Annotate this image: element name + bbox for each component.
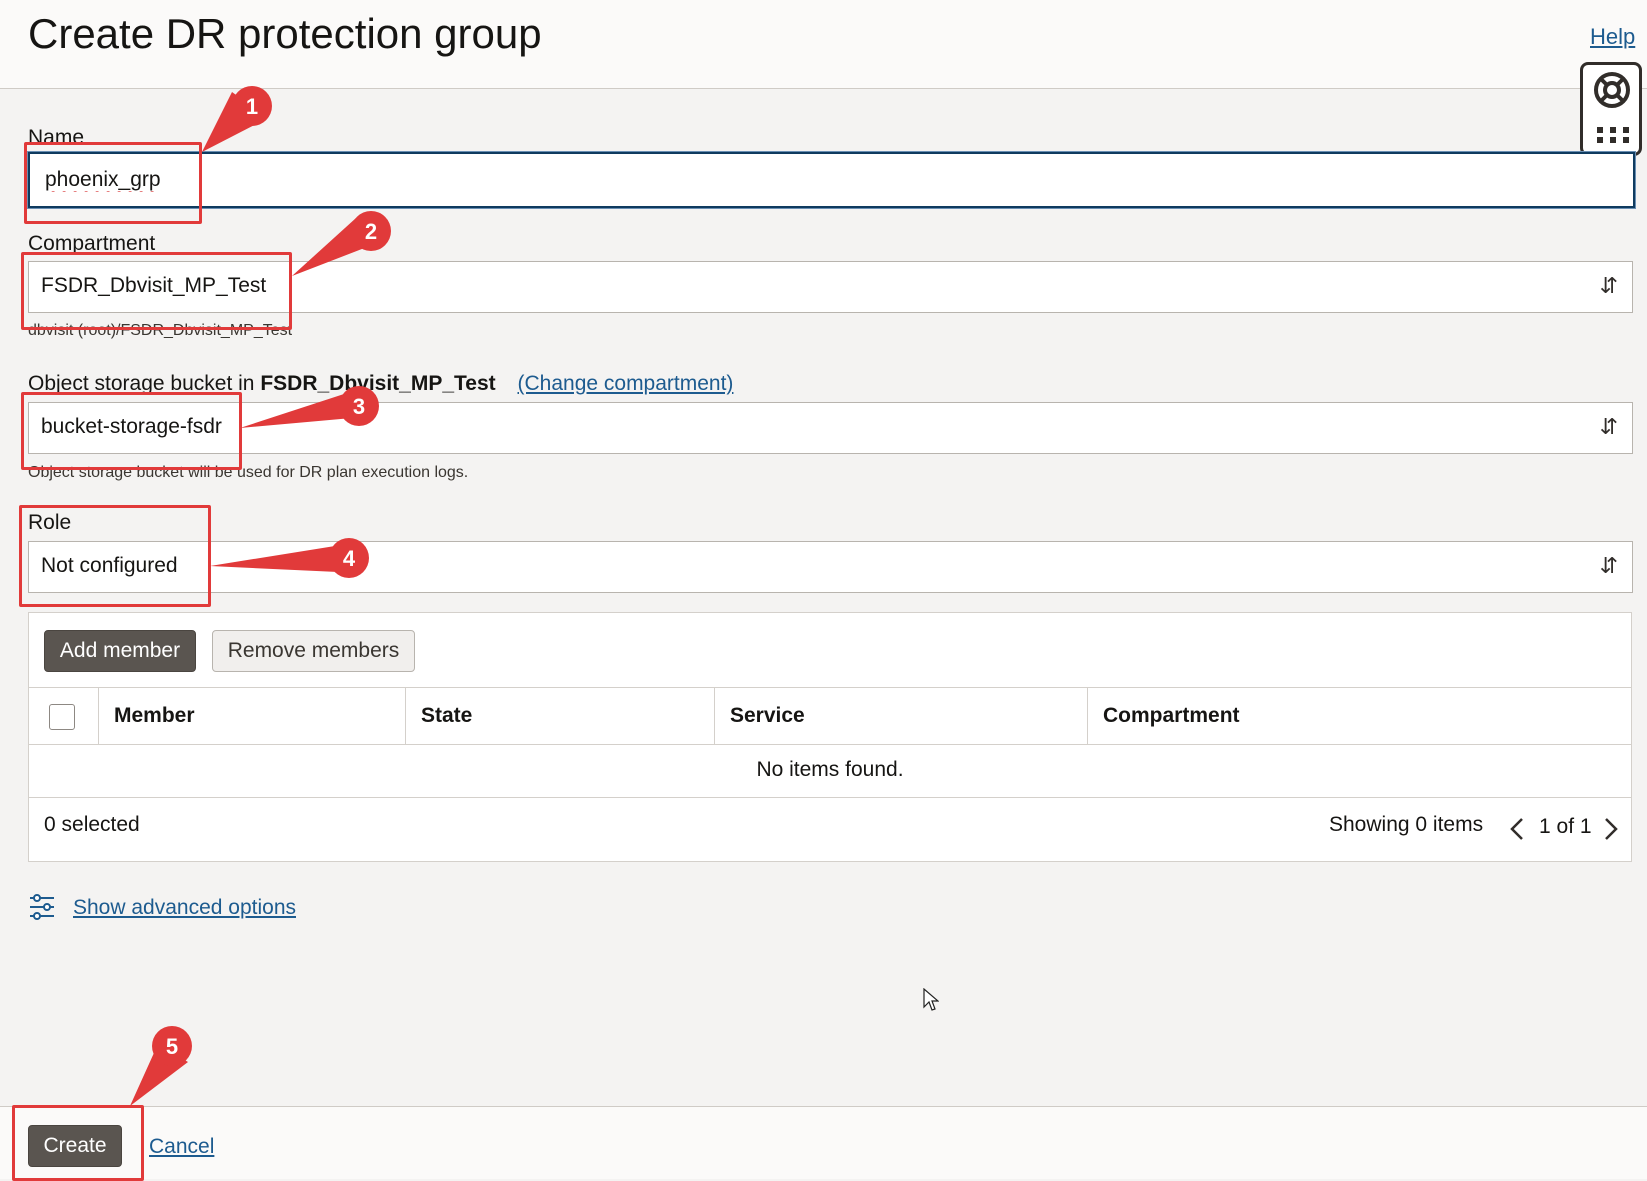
members-table: Add member Remove members Member State S… xyxy=(28,612,1632,862)
annotation-marker-2 xyxy=(351,211,391,251)
chevron-updown-icon: ⇵ xyxy=(1599,273,1618,298)
name-label: Name xyxy=(28,126,85,149)
show-advanced-options-link[interactable]: Show advanced options xyxy=(73,896,296,920)
showing-count: Showing 0 items xyxy=(1329,813,1484,836)
sliders-icon[interactable] xyxy=(28,893,56,926)
table-header: Member State Service Compartment xyxy=(29,687,1631,745)
role-select[interactable]: Not configured ⇵ xyxy=(28,541,1633,593)
bucket-label-prefix: Object storage bucket in xyxy=(28,372,255,395)
role-label: Role xyxy=(28,511,72,534)
bucket-select[interactable]: bucket-storage-fsdr ⇵ xyxy=(28,402,1633,454)
footer-bar: Create Cancel xyxy=(0,1106,1647,1179)
apps-grid-icon[interactable] xyxy=(1597,127,1629,148)
annotation-number-1: 1 xyxy=(246,94,258,119)
page-title: Create DR protection group xyxy=(28,10,542,57)
annotation-number-2: 2 xyxy=(365,219,377,244)
lifebuoy-icon[interactable] xyxy=(1593,71,1631,114)
previous-page-icon[interactable] xyxy=(1509,817,1525,847)
help-widget[interactable] xyxy=(1580,62,1642,156)
bucket-help-text: Object storage bucket will be used for D… xyxy=(28,464,469,481)
compartment-label: Compartment xyxy=(28,232,156,255)
remove-members-button[interactable]: Remove members xyxy=(212,630,415,672)
create-button[interactable]: Create xyxy=(28,1125,122,1167)
empty-message: No items found. xyxy=(29,743,1631,798)
select-all-checkbox[interactable] xyxy=(49,704,75,730)
annotation-arrow-1 xyxy=(202,92,268,152)
mouse-cursor-icon xyxy=(923,987,940,1017)
page-indicator: 1 of 1 xyxy=(1539,815,1592,838)
column-header-member[interactable]: Member xyxy=(98,688,405,744)
column-header-state[interactable]: State xyxy=(405,688,714,744)
column-header-service[interactable]: Service xyxy=(714,688,1087,744)
add-member-button[interactable]: Add member xyxy=(44,630,196,672)
annotation-marker-1 xyxy=(232,86,272,126)
chevron-updown-icon: ⇵ xyxy=(1599,414,1618,439)
page-header: Create DR protection group Help xyxy=(0,0,1647,89)
chevron-updown-icon: ⇵ xyxy=(1599,553,1618,578)
bucket-label: Object storage bucket in FSDR_Dbvisit_MP… xyxy=(28,372,733,396)
next-page-icon[interactable] xyxy=(1603,817,1619,847)
bucket-value: bucket-storage-fsdr xyxy=(41,415,222,438)
column-header-compartment[interactable]: Compartment xyxy=(1087,688,1631,744)
annotation-number-5: 5 xyxy=(166,1034,178,1059)
help-link[interactable]: Help xyxy=(1590,24,1635,50)
name-input[interactable] xyxy=(28,152,1635,208)
compartment-value: FSDR_Dbvisit_MP_Test xyxy=(41,274,267,297)
compartment-path: dbvisit (root)/FSDR_Dbvisit_MP_Test xyxy=(28,322,293,339)
change-compartment-link[interactable]: (Change compartment) xyxy=(518,372,734,395)
role-value: Not configured xyxy=(41,554,178,577)
selected-count: 0 selected xyxy=(44,813,140,836)
annotation-marker-5 xyxy=(152,1026,192,1066)
table-footer: 0 selected Showing 0 items 1 of 1 xyxy=(29,797,1631,861)
cancel-link[interactable]: Cancel xyxy=(149,1135,214,1159)
compartment-select[interactable]: FSDR_Dbvisit_MP_Test ⇵ xyxy=(28,261,1633,313)
annotation-arrow-5 xyxy=(130,1044,188,1106)
bucket-label-compartment: FSDR_Dbvisit_MP_Test xyxy=(260,372,496,395)
